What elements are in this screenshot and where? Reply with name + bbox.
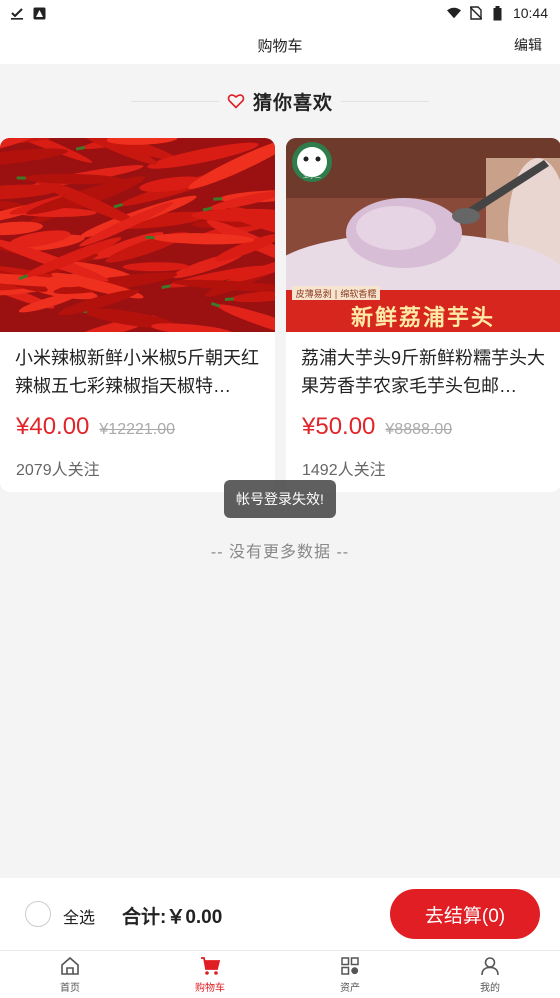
product-followers: 1492人关注 (302, 462, 386, 479)
wifi-icon (446, 6, 461, 20)
product-card[interactable]: 小米辣椒新鲜小米椒5斤朝天红辣椒五七彩辣椒指天椒特… ¥40.00 ¥12221… (0, 138, 275, 492)
status-left (10, 6, 46, 20)
product-image-chili (0, 138, 275, 332)
product-title: 小米辣椒新鲜小米椒5斤朝天红辣椒五七彩辣椒指天椒特… (15, 348, 260, 396)
price-row: ¥50.00 ¥8888.00 (302, 413, 452, 441)
select-all-checkbox[interactable] (25, 901, 51, 927)
nav-label: 我的 (480, 983, 500, 994)
guess-heading-inner: 猜你喜欢 (227, 88, 333, 115)
home-icon (59, 955, 81, 977)
guess-you-like-heading: 猜你喜欢 (0, 78, 560, 124)
cart-icon (199, 955, 221, 977)
divider-right (341, 100, 429, 102)
nav-label: 首页 (60, 983, 80, 994)
header: 购物车 编辑 (0, 26, 560, 64)
nav-home[interactable]: 首页 (0, 951, 140, 998)
page-title: 购物车 (257, 37, 303, 55)
bottom-nav: 首页 购物车 资产 我的 (0, 950, 560, 998)
product-image-taro: 王小二 皮薄易剥 | 绵软香糯 新鲜荔浦芋头 (286, 138, 560, 332)
product-price: ¥50.00 (302, 413, 376, 440)
status-time: 10:44 (512, 5, 548, 21)
divider-left (130, 100, 219, 102)
product-followers: 2079人关注 (16, 462, 100, 479)
checkout-button[interactable]: 去结算(0) (390, 889, 540, 939)
nav-cart[interactable]: 购物车 (140, 951, 280, 998)
download-check-icon (10, 6, 24, 20)
chili-stem (145, 235, 155, 240)
taro-banner-text: 新鲜荔浦芋头 (351, 305, 495, 331)
notification-icon (32, 6, 46, 20)
product-title: 荔浦大芋头9斤新鲜粉糯芋头大果芳香芋农家毛芋头包邮… (301, 348, 546, 396)
heart-icon (227, 92, 245, 110)
status-right: 10:44 (446, 5, 548, 21)
nav-label: 资产 (340, 983, 360, 994)
product-original-price: ¥12221.00 (99, 421, 176, 438)
no-more-data-text: -- 没有更多数据 -- (210, 544, 350, 561)
chili-stem (16, 176, 26, 180)
product-original-price: ¥8888.00 (385, 421, 453, 438)
total-amount: 合计:￥0.00 (122, 907, 223, 928)
nav-label: 购物车 (195, 983, 225, 994)
edit-button[interactable]: 编辑 (514, 35, 542, 55)
price-row: ¥40.00 ¥12221.00 (16, 413, 175, 441)
taro-tagline: 皮薄易剥 | 绵软香糯 (296, 288, 377, 300)
status-bar: 10:44 (0, 0, 560, 26)
product-price: ¥40.00 (16, 413, 90, 440)
toast-message: 帐号登录失效! (224, 480, 336, 518)
no-sim-icon (469, 6, 483, 20)
nav-mine[interactable]: 我的 (420, 951, 560, 998)
battery-icon (491, 5, 505, 20)
nav-assets[interactable]: 资产 (280, 951, 420, 998)
user-icon (479, 955, 501, 977)
guess-you-like-title: 猜你喜欢 (252, 92, 333, 114)
checkout-bar: 全选 合计:￥0.00 去结算(0) (0, 878, 560, 950)
select-all-label[interactable]: 全选 (63, 904, 95, 928)
product-card[interactable]: 王小二 皮薄易剥 | 绵软香糯 新鲜荔浦芋头 荔浦大芋头9斤新鲜粉糯芋头大果芳香… (286, 138, 560, 492)
chili-stem (213, 197, 223, 201)
grid-icon (339, 955, 361, 977)
brand-logo-text: 王小二 (303, 172, 321, 180)
